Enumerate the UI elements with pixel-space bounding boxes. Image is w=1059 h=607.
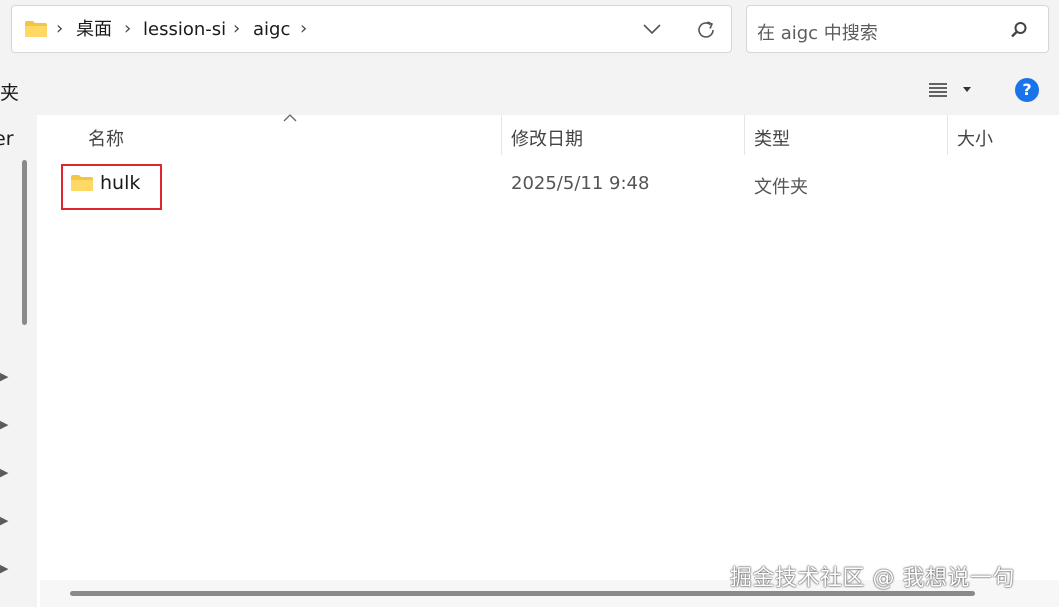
- search-box[interactable]: 在 aigc 中搜索: [746, 5, 1049, 53]
- highlight-box: [61, 164, 162, 210]
- breadcrumb-lession-si[interactable]: lession-si: [143, 19, 226, 41]
- view-options-button[interactable]: [924, 80, 972, 102]
- list-view-icon: [929, 83, 947, 97]
- breadcrumb-separator[interactable]: ›: [300, 18, 307, 40]
- breadcrumb-separator[interactable]: ›: [233, 18, 240, 40]
- watermark: 掘金技术社区 @ 我想说一句: [730, 566, 1015, 591]
- file-list: 名称 修改日期 类型 大小 hulk 2025/5/11 9:48 文件夹: [37, 114, 1059, 607]
- chevron-down-icon[interactable]: [642, 23, 662, 35]
- column-divider[interactable]: [947, 115, 948, 155]
- expand-arrow-icon[interactable]: ▶: [0, 418, 8, 431]
- nav-partial-label[interactable]: er: [0, 128, 14, 150]
- breadcrumb-separator[interactable]: ›: [56, 18, 63, 40]
- sort-ascending-icon: [283, 114, 297, 122]
- expand-arrow-icon[interactable]: ▶: [0, 466, 8, 479]
- address-bar[interactable]: › 桌面 › lession-si › aigc ›: [11, 5, 732, 53]
- search-icon[interactable]: [1010, 21, 1028, 39]
- expand-arrow-icon[interactable]: ▶: [0, 514, 8, 527]
- file-type: 文件夹: [754, 177, 808, 198]
- search-input[interactable]: 在 aigc 中搜索: [757, 19, 878, 45]
- column-header-name[interactable]: 名称: [88, 125, 124, 151]
- file-modified: 2025/5/11 9:48: [511, 173, 650, 194]
- breadcrumb-separator[interactable]: ›: [124, 18, 131, 40]
- column-divider[interactable]: [744, 115, 745, 155]
- breadcrumb-aigc[interactable]: aigc: [253, 19, 290, 41]
- expand-arrow-icon[interactable]: ▶: [0, 562, 8, 575]
- column-divider[interactable]: [501, 115, 502, 155]
- toolbar-partial-label: 夹: [0, 82, 20, 104]
- breadcrumb-desktop[interactable]: 桌面: [76, 19, 112, 41]
- navigation-pane: [0, 115, 37, 607]
- nav-scrollbar[interactable]: [22, 160, 27, 325]
- folder-icon: [25, 21, 47, 37]
- refresh-icon[interactable]: [695, 19, 717, 41]
- help-icon[interactable]: ?: [1015, 78, 1039, 102]
- column-header-type[interactable]: 类型: [754, 125, 790, 151]
- caret-down-icon: [963, 87, 971, 92]
- column-header-size[interactable]: 大小: [957, 125, 993, 151]
- column-header-modified[interactable]: 修改日期: [511, 125, 583, 151]
- expand-arrow-icon[interactable]: ▶: [0, 370, 8, 383]
